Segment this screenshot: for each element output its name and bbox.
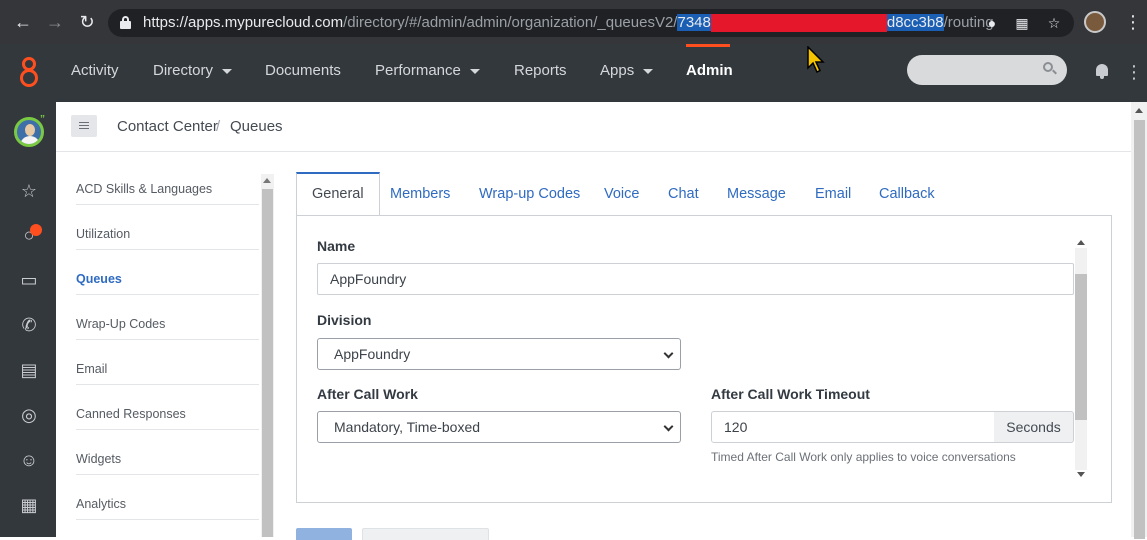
more-menu-icon[interactable]: ⋮ bbox=[1125, 61, 1143, 83]
side-item-email[interactable]: Email bbox=[76, 340, 259, 385]
after-call-work-select[interactable]: Mandatory, Time-boxed bbox=[317, 411, 681, 443]
location-pin-icon[interactable]: ● bbox=[984, 15, 1000, 31]
side-item-queues[interactable]: Queues bbox=[76, 250, 259, 295]
apps-grid-icon[interactable]: ▦ bbox=[19, 495, 39, 515]
division-label: Division bbox=[317, 312, 372, 328]
seconds-addon: Seconds bbox=[994, 411, 1074, 443]
side-item-analytics[interactable]: Analytics bbox=[76, 475, 259, 520]
page-scrollbar[interactable] bbox=[1131, 102, 1147, 539]
side-item-widgets[interactable]: Widgets bbox=[76, 430, 259, 475]
breadcrumb-separator: / bbox=[216, 118, 221, 135]
after-call-work-help-text: Timed After Call Work only applies to vo… bbox=[711, 450, 1016, 464]
side-item-label: ACD Skills & Languages bbox=[76, 182, 213, 196]
nav-reports[interactable]: Reports bbox=[514, 62, 567, 79]
inbox-icon[interactable]: ▤ bbox=[19, 360, 39, 380]
name-label: Name bbox=[317, 238, 356, 254]
side-item-label: Widgets bbox=[76, 452, 122, 466]
side-item-utilization[interactable]: Utilization bbox=[76, 205, 259, 250]
after-call-work-timeout-label: After Call Work Timeout bbox=[711, 386, 870, 402]
search-input[interactable] bbox=[907, 55, 1067, 85]
side-item-label: Email bbox=[76, 362, 108, 376]
chevron-down-icon bbox=[469, 68, 480, 74]
nav-performance[interactable]: Performance bbox=[375, 62, 480, 79]
presence-badge: ” bbox=[40, 114, 45, 125]
tab-members[interactable]: Members bbox=[390, 172, 450, 216]
lifebuoy-icon[interactable]: ◎ bbox=[19, 405, 39, 425]
queue-name-input[interactable]: AppFoundry bbox=[317, 263, 1074, 295]
nav-directory[interactable]: Directory bbox=[153, 62, 233, 79]
admin-side-menu: ACD Skills & Languages Utilization Queue… bbox=[56, 152, 276, 537]
side-item-acd-skills[interactable]: ACD Skills & Languages bbox=[76, 160, 259, 205]
breadcrumb-queues: Queues bbox=[230, 118, 283, 135]
browser-menu-icon[interactable]: ⋮ bbox=[1124, 12, 1142, 32]
hamburger-menu-icon[interactable] bbox=[71, 115, 97, 137]
tab-callback[interactable]: Callback bbox=[879, 172, 935, 216]
lock-icon[interactable] bbox=[120, 16, 131, 29]
side-item-label: Wrap-Up Codes bbox=[76, 317, 166, 331]
division-select[interactable]: AppFoundry bbox=[317, 338, 681, 370]
division-selected-value: AppFoundry bbox=[334, 346, 411, 362]
forward-arrow-icon[interactable]: → bbox=[45, 12, 65, 32]
browser-toolbar: ← → ↻ https://apps.mypurecloud.com/direc… bbox=[0, 0, 1147, 44]
chevron-down-icon bbox=[663, 348, 674, 359]
active-nav-indicator bbox=[686, 44, 730, 47]
genesys-logo-icon[interactable] bbox=[18, 57, 42, 87]
after-call-work-selected-value: Mandatory, Time-boxed bbox=[334, 419, 481, 435]
nav-admin[interactable]: Admin bbox=[686, 62, 733, 79]
search-icon[interactable] bbox=[1043, 62, 1057, 76]
side-item-canned-responses[interactable]: Canned Responses bbox=[76, 385, 259, 430]
chevron-down-icon bbox=[222, 68, 233, 74]
tab-email[interactable]: Email bbox=[815, 172, 851, 216]
bookmark-star-icon[interactable]: ☆ bbox=[1046, 15, 1062, 31]
address-bar[interactable]: https://apps.mypurecloud.com/directory/#… bbox=[108, 9, 1074, 37]
clipped-field-label bbox=[317, 478, 457, 482]
tab-message[interactable]: Message bbox=[727, 172, 786, 216]
tab-chat[interactable]: Chat bbox=[668, 172, 699, 216]
side-item-label: Analytics bbox=[76, 497, 127, 511]
chevron-down-icon bbox=[643, 68, 654, 74]
after-call-work-label: After Call Work bbox=[317, 386, 418, 402]
tab-voice[interactable]: Voice bbox=[604, 172, 639, 216]
nav-apps[interactable]: Apps bbox=[600, 62, 654, 79]
profile-avatar[interactable] bbox=[1084, 11, 1106, 33]
extension-icon[interactable]: ▦ bbox=[1014, 15, 1030, 31]
redaction-bar bbox=[710, 14, 887, 32]
side-menu-scrollbar[interactable] bbox=[261, 174, 274, 537]
tab-wrap-up-codes[interactable]: Wrap-up Codes bbox=[479, 172, 580, 216]
mouse-cursor-icon bbox=[807, 46, 825, 74]
queue-tabs: General Members Wrap-up Codes Voice Chat… bbox=[296, 172, 1112, 217]
notification-dot bbox=[30, 224, 42, 236]
side-item-wrap-up-codes[interactable]: Wrap-Up Codes bbox=[76, 295, 259, 340]
after-call-work-timeout-input[interactable]: 120 bbox=[711, 411, 995, 443]
save-button[interactable] bbox=[296, 528, 352, 540]
nav-documents[interactable]: Documents bbox=[265, 62, 341, 79]
voice-user-icon[interactable]: ☺ bbox=[19, 450, 39, 470]
url-text[interactable]: https://apps.mypurecloud.com/directory/#… bbox=[143, 14, 994, 32]
left-rail: ” ☆ ○ ▭ ✆ ▤ ◎ ☺ ▦ bbox=[0, 102, 56, 537]
video-icon[interactable]: ▭ bbox=[19, 270, 39, 290]
tab-general[interactable]: General bbox=[296, 172, 380, 217]
chevron-down-icon bbox=[663, 421, 674, 432]
back-arrow-icon[interactable]: ← bbox=[13, 12, 33, 32]
phone-icon[interactable]: ✆ bbox=[19, 315, 39, 335]
panel-scrollbar[interactable] bbox=[1074, 236, 1088, 482]
bell-icon[interactable] bbox=[1095, 64, 1109, 80]
app-header: Activity Directory Documents Performance… bbox=[0, 44, 1147, 102]
reload-icon[interactable]: ↻ bbox=[77, 12, 97, 32]
side-item-label: Queues bbox=[76, 272, 122, 286]
nav-activity[interactable]: Activity bbox=[71, 62, 119, 79]
side-item-label: Utilization bbox=[76, 227, 131, 241]
cancel-button[interactable] bbox=[362, 528, 489, 540]
star-icon[interactable]: ☆ bbox=[19, 181, 39, 201]
side-item-label: Canned Responses bbox=[76, 407, 186, 421]
breadcrumb: Contact Center / Queues bbox=[56, 102, 1131, 152]
breadcrumb-contact-center[interactable]: Contact Center bbox=[117, 118, 218, 135]
